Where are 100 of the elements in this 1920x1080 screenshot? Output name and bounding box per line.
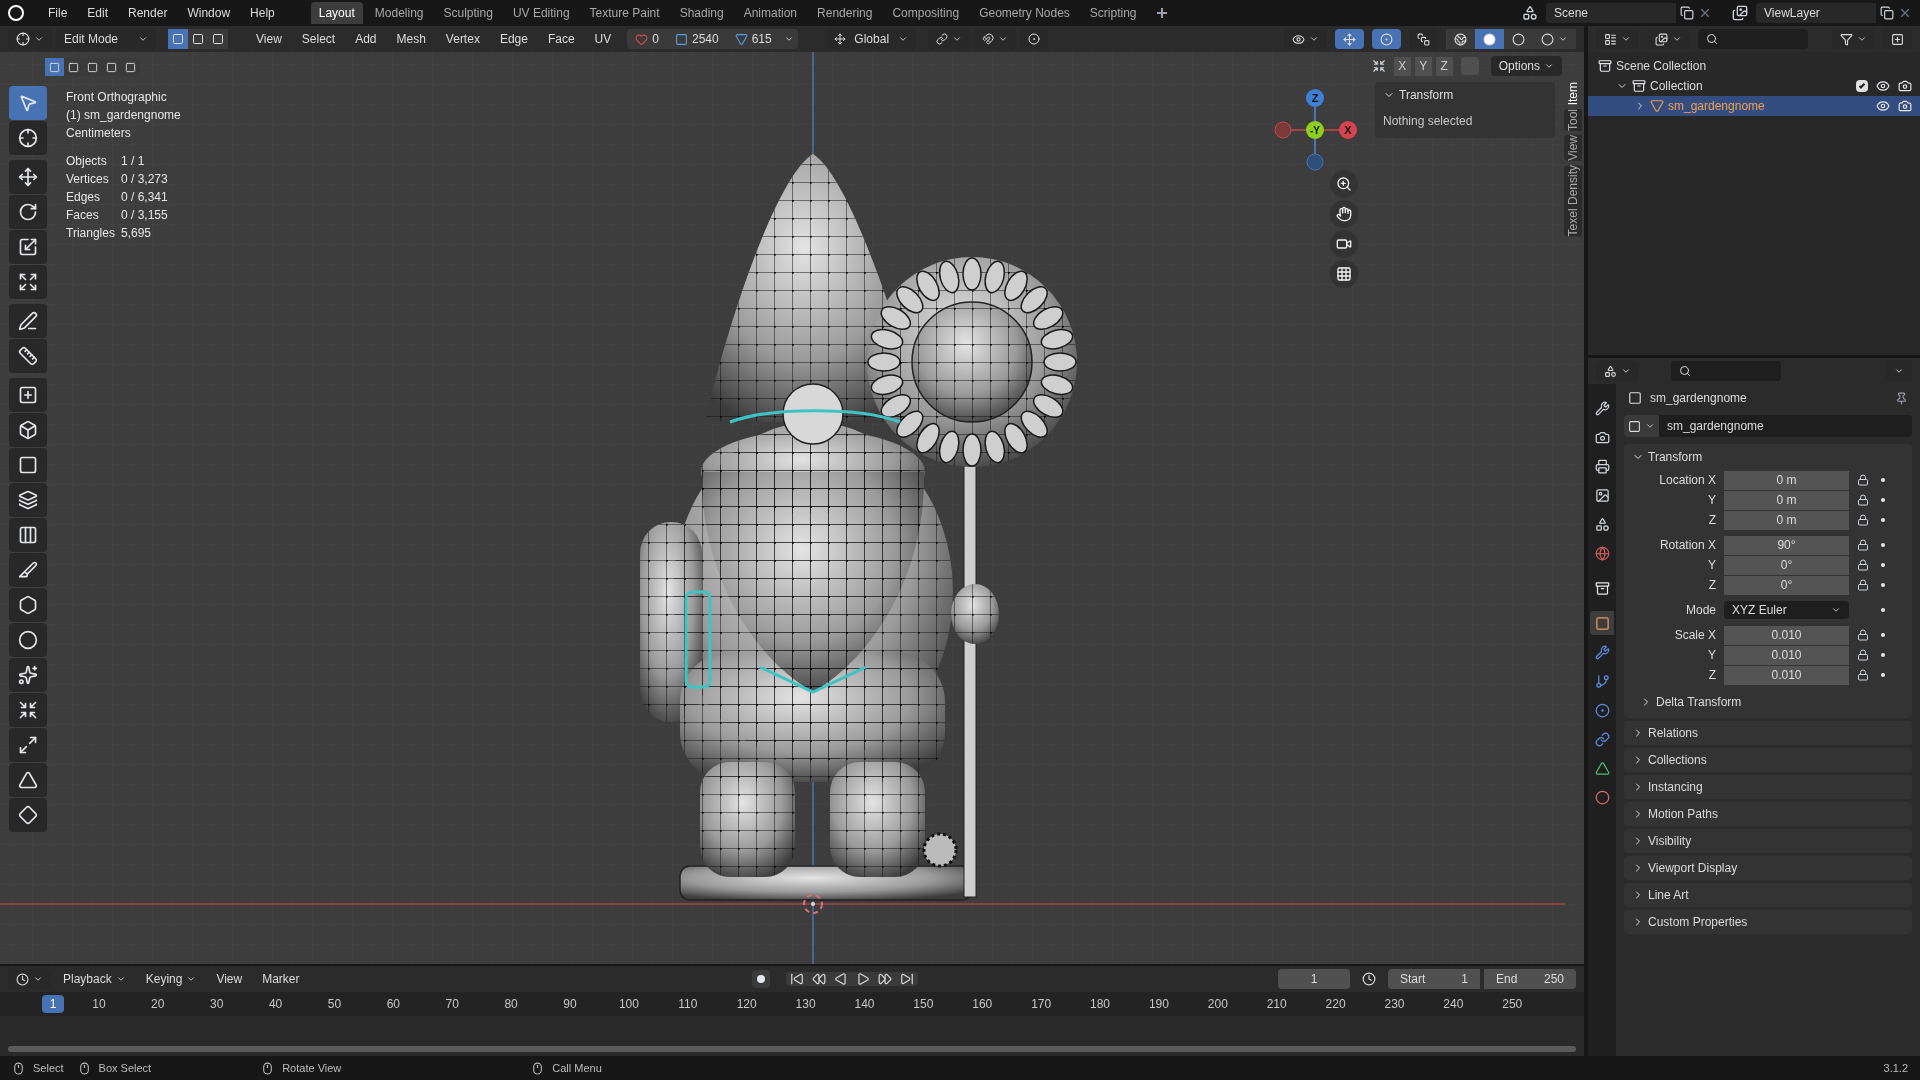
record-button[interactable] [751,970,770,988]
collapsed-panel[interactable]: Custom Properties [1624,910,1912,934]
workspace-tab[interactable]: Animation [735,2,806,24]
object-type-button[interactable] [1624,415,1659,437]
shading-mode-button[interactable] [1504,29,1533,49]
lock-icon[interactable] [1857,514,1869,526]
collapsed-panel[interactable]: Collections [1624,748,1912,772]
clock-icon[interactable] [1362,972,1376,986]
overlay-toggle[interactable] [1372,29,1401,49]
shading-mode-button[interactable] [1475,29,1504,49]
collapsed-panel[interactable]: Motion Paths [1624,802,1912,826]
number-field[interactable]: 0° [1724,575,1849,595]
workspace-tab[interactable]: Compositing [884,2,968,24]
menu-item[interactable]: View [208,970,251,988]
box-mode-button[interactable] [45,58,64,76]
options-dropdown[interactable]: Options [1490,56,1562,76]
shading-mode-button[interactable] [1533,29,1576,49]
tool-button[interactable] [9,798,47,832]
collapsed-panel[interactable]: Line Art [1624,883,1912,907]
menu-item[interactable]: Playback [55,970,134,988]
sidebar-tab[interactable]: View [1564,135,1582,162]
number-field[interactable]: 0.010 [1724,665,1849,685]
subpanel-title[interactable]: Delta Transform [1656,693,1742,711]
close-icon[interactable] [1698,6,1712,20]
add-tab-icon[interactable] [1156,8,1167,18]
tool-button[interactable] [9,339,47,373]
workspace-tab[interactable]: Rendering [809,2,881,24]
tool-button[interactable] [9,623,47,657]
panel-title[interactable]: Custom Properties [1648,913,1748,931]
collapsed-panel[interactable]: Visibility [1624,829,1912,853]
select-mode-button[interactable] [208,29,228,49]
tool-button[interactable] [9,693,47,727]
number-field[interactable]: 0 m [1724,490,1849,510]
tool-button[interactable] [9,728,47,762]
number-field[interactable]: 0.010 [1724,625,1849,645]
3d-cursor-icon[interactable] [803,894,823,914]
keyframe-back-icon[interactable] [811,972,826,986]
menu-item[interactable]: Window [179,4,239,22]
panel-title[interactable]: Transform [1399,86,1454,104]
tool-button[interactable] [9,160,47,194]
navigation-gizmo[interactable]: Z -Y X [1274,89,1357,171]
number-field[interactable]: 0.010 [1724,645,1849,665]
workspace-tab[interactable]: Shading [671,2,732,24]
tool-button[interactable] [9,413,47,447]
menu-item[interactable]: View [248,30,290,48]
workspace-tab[interactable]: Modeling [366,2,432,24]
workspace-tab[interactable]: Scripting [1081,2,1145,24]
keyframe-forward-icon[interactable] [877,972,892,986]
scene-icon[interactable] [1522,5,1538,21]
play-reverse-icon[interactable] [833,972,848,986]
select-mode-button[interactable] [168,29,188,49]
tool-button[interactable] [9,588,47,622]
sidebar-tab[interactable]: Item [1564,82,1582,106]
eye-icon[interactable] [1876,99,1890,113]
panel-title[interactable]: Collections [1648,751,1707,769]
panel-title[interactable]: Viewport Display [1648,859,1738,877]
tool-button[interactable] [9,553,47,587]
number-field[interactable]: 0 m [1724,470,1849,490]
blender-logo-icon[interactable] [8,5,24,21]
menu-item[interactable]: UV [586,30,620,48]
panel-title[interactable]: Line Art [1648,886,1689,904]
end-frame-field[interactable]: End 250 [1484,969,1576,989]
menu-item[interactable]: Edit [79,4,117,22]
tool-button[interactable] [9,121,47,155]
lock-icon[interactable] [1857,579,1869,591]
menu-item[interactable]: Marker [254,970,308,988]
mode-dropdown[interactable]: XYZ Euler [1724,601,1849,619]
workspace-tab[interactable]: Sculpting [435,2,501,24]
workspace-tab[interactable]: UV Editing [504,2,578,24]
menu-item[interactable]: Mesh [388,30,434,48]
scene-field[interactable]: Scene [1546,3,1676,23]
menu-item[interactable]: File [40,4,76,22]
jump-end-icon[interactable] [899,972,914,986]
workspace-tab[interactable]: Texture Paint [581,2,668,24]
start-frame-field[interactable]: Start 1 [1388,969,1480,989]
close-icon[interactable] [1898,6,1912,20]
number-field[interactable]: 90° [1724,535,1849,555]
pin-icon[interactable] [1895,391,1908,405]
workspace-tab[interactable]: Layout [310,2,363,24]
panel-title[interactable]: Visibility [1648,832,1692,850]
menu-item[interactable]: Add [347,30,385,48]
tool-button[interactable] [9,763,47,797]
camera-icon[interactable] [1898,79,1912,93]
lock-icon[interactable] [1857,494,1869,506]
search-field[interactable] [1698,29,1808,49]
orientation-dropdown[interactable]: Global [825,29,916,49]
view-layer-field[interactable]: ViewLayer [1756,3,1876,23]
collapsed-panel[interactable]: Instancing [1624,775,1912,799]
tool-button[interactable] [9,483,47,517]
lock-icon[interactable] [1857,649,1869,661]
menu-item[interactable]: Select [293,30,344,48]
camera-icon[interactable] [1898,99,1912,113]
number-field[interactable]: 0° [1724,555,1849,575]
checkbox[interactable] [1856,80,1868,92]
outliner-row[interactable]: sm_gardengnome [1588,96,1920,116]
panel-title[interactable]: Motion Paths [1648,805,1719,823]
lock-icon[interactable] [1857,629,1869,641]
menu-item[interactable]: Help [242,4,283,22]
tool-button[interactable] [9,304,47,338]
panel-title[interactable]: Relations [1648,724,1699,742]
